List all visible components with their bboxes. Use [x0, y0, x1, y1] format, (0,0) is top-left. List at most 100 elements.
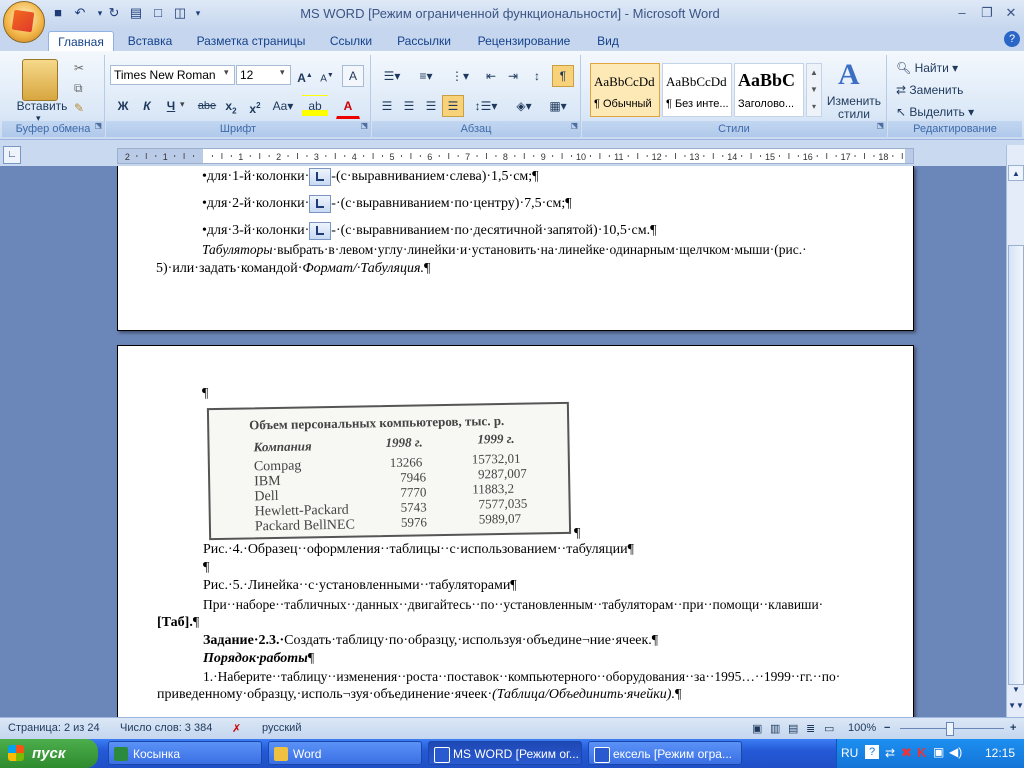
scanned-table-image[interactable]: Объем персональных компьютеров, тыс. р. …: [206, 401, 572, 541]
restore-button[interactable]: ❐: [975, 4, 999, 22]
increase-indent-icon[interactable]: ⇥: [502, 65, 524, 87]
tab-insert[interactable]: Вставка: [118, 31, 182, 51]
undo-icon[interactable]: ↶: [72, 5, 88, 21]
horizontal-ruler[interactable]: 2 1 1 2 3 4 5 6 7 8 9 10 11 12 13 14 15 16 17 18: [117, 148, 914, 164]
font-size-dropdown-icon[interactable]: ▾: [280, 67, 285, 78]
web-layout-icon[interactable]: ▤: [788, 722, 798, 735]
replace-button[interactable]: ⇄ Заменить: [896, 83, 963, 97]
bullets-icon[interactable]: ☰▾: [376, 65, 408, 87]
italic-button[interactable]: К: [136, 95, 158, 117]
task-ms-word[interactable]: MS WORD [Режим ог...: [428, 741, 582, 765]
tray-app-icon[interactable]: ▣: [933, 745, 944, 759]
help-icon[interactable]: ?: [1004, 31, 1020, 47]
underline-button[interactable]: Ч: [160, 95, 182, 117]
zoom-level[interactable]: 100%: [848, 722, 876, 734]
numbering-icon[interactable]: ≡▾: [410, 65, 442, 87]
redo-icon[interactable]: ↻: [106, 5, 122, 21]
scroll-down-icon[interactable]: ▼: [1008, 685, 1024, 697]
minimize-button[interactable]: –: [950, 4, 974, 22]
paste-button[interactable]: Вставить: [6, 99, 78, 113]
tab-page-layout[interactable]: Разметка страницы: [188, 31, 314, 51]
align-left-icon[interactable]: ☰: [376, 95, 398, 117]
print-layout-icon[interactable]: ▣: [752, 722, 762, 735]
page-count[interactable]: Страница: 2 из 24: [8, 722, 100, 734]
format-painter-icon[interactable]: ✎: [74, 101, 84, 115]
task-solitaire[interactable]: Косынка: [108, 741, 262, 765]
word-count[interactable]: Число слов: 3 384: [120, 722, 212, 734]
tab-references[interactable]: Ссылки: [322, 31, 380, 51]
spelling-check-icon[interactable]: ✗: [232, 722, 241, 735]
subscript-icon[interactable]: x2: [220, 95, 242, 117]
grow-font-icon[interactable]: A▲: [294, 65, 316, 87]
outline-icon[interactable]: ≣: [806, 722, 815, 735]
styles-scroll[interactable]: ▲ ▼ ▾: [806, 63, 822, 117]
vertical-scrollbar[interactable]: ▲ ▼ ▼▼: [1006, 145, 1024, 717]
help-tray-icon[interactable]: ?: [865, 745, 879, 759]
scroll-up-icon[interactable]: ▲: [1008, 165, 1024, 181]
new-document-icon[interactable]: □: [150, 5, 166, 21]
draft-icon[interactable]: ▭: [824, 722, 834, 735]
shading-icon[interactable]: ◈▾: [508, 95, 540, 117]
save-icon[interactable]: ■: [50, 5, 66, 21]
close-button[interactable]: ✕: [999, 4, 1023, 22]
tab-review[interactable]: Рецензирование: [468, 31, 580, 51]
font-name-dropdown-icon[interactable]: ▾: [224, 67, 229, 78]
next-page-icon[interactable]: ▼▼: [1008, 701, 1024, 715]
paste-icon[interactable]: [22, 59, 58, 101]
start-button[interactable]: пуск: [0, 739, 98, 768]
zoom-in-icon[interactable]: +: [1010, 722, 1016, 734]
language-indicator[interactable]: русский: [262, 722, 301, 734]
network-icon[interactable]: ⇄: [885, 746, 895, 760]
decrease-indent-icon[interactable]: ⇤: [480, 65, 502, 87]
tab-mailings[interactable]: Рассылки: [390, 31, 458, 51]
style-normal[interactable]: AaBbCcDd ¶ Обычный: [590, 63, 660, 117]
shrink-font-icon[interactable]: A▼: [316, 65, 338, 87]
style-heading[interactable]: AaBbC Заголово...: [734, 63, 804, 117]
superscript-icon[interactable]: x2: [244, 95, 266, 117]
copy-icon[interactable]: ⧉: [74, 81, 83, 96]
clear-formatting-icon[interactable]: A: [342, 65, 364, 87]
bold-button[interactable]: Ж: [112, 95, 134, 117]
style-no-spacing[interactable]: AaBbCcDd ¶ Без инте...: [662, 63, 732, 117]
office-button[interactable]: [3, 1, 45, 43]
ruler-number: 7: [465, 152, 470, 162]
strikethrough-button[interactable]: abe: [194, 95, 220, 117]
highlight-icon[interactable]: ab: [302, 95, 328, 117]
line-spacing-icon[interactable]: ↕☰▾: [470, 95, 502, 117]
print-preview-icon[interactable]: ◫: [172, 5, 188, 21]
borders-icon[interactable]: ▦▾: [542, 95, 574, 117]
justify-icon[interactable]: ☰: [442, 95, 464, 117]
tab-selector-icon[interactable]: ∟: [3, 146, 21, 164]
task-word-folder[interactable]: Word: [268, 741, 422, 765]
kaspersky-icon[interactable]: K: [917, 745, 926, 760]
select-button[interactable]: ↖ Выделить ▾: [896, 105, 974, 119]
font-dialog-launcher-icon[interactable]: ⬔: [360, 118, 368, 134]
clipboard-dialog-launcher-icon[interactable]: ⬔: [94, 118, 102, 134]
styles-dialog-launcher-icon[interactable]: ⬔: [876, 118, 884, 134]
find-button[interactable]: 🔍︎ Найти ▾: [896, 61, 958, 75]
antivirus-icon[interactable]: ✖: [901, 745, 912, 761]
task-excel[interactable]: ексель [Режим огра...: [588, 741, 742, 765]
zoom-slider-thumb[interactable]: [946, 722, 954, 736]
tab-home[interactable]: Главная: [48, 31, 114, 52]
zoom-out-icon[interactable]: −: [884, 722, 890, 734]
volume-icon[interactable]: ◀): [949, 745, 962, 759]
paragraph-dialog-launcher-icon[interactable]: ⬔: [570, 118, 578, 134]
show-formatting-marks-icon[interactable]: ¶: [552, 65, 574, 87]
cut-icon[interactable]: ✂: [74, 61, 84, 75]
sort-icon[interactable]: ↕: [526, 65, 548, 87]
multilevel-list-icon[interactable]: ⋮▾: [444, 65, 476, 87]
print-icon[interactable]: ▤: [128, 5, 144, 21]
underline-dropdown-icon[interactable]: ▾: [180, 99, 185, 110]
font-name-box[interactable]: Times New Roman: [110, 65, 235, 85]
tab-view[interactable]: Вид: [590, 31, 626, 51]
full-screen-reading-icon[interactable]: ▥: [770, 722, 780, 735]
language-indicator-tray[interactable]: RU: [841, 746, 858, 760]
change-styles-icon[interactable]: A: [838, 59, 868, 91]
scroll-thumb[interactable]: [1008, 245, 1024, 685]
customize-qat-icon[interactable]: ▾: [190, 5, 206, 21]
change-case-icon[interactable]: Aa▾: [268, 95, 298, 117]
font-color-icon[interactable]: A: [336, 95, 360, 119]
align-right-icon[interactable]: ☰: [420, 95, 442, 117]
align-center-icon[interactable]: ☰: [398, 95, 420, 117]
